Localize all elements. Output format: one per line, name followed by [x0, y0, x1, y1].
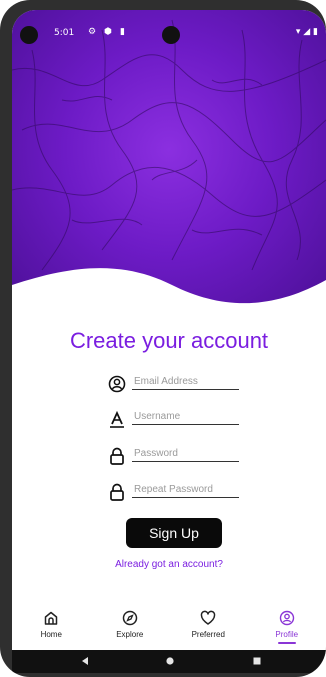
- page-title: Create your account: [69, 328, 269, 353]
- screen: 5:01 ⚙ ⬢ ▮ ▾ ◢ ▮ Create your account Ema…: [12, 10, 326, 673]
- nav-item-preferred[interactable]: Preferred: [173, 610, 243, 639]
- nav-label-explore: Explore: [116, 630, 144, 639]
- sim-icon: ▮: [119, 27, 125, 37]
- nav-item-home[interactable]: Home: [16, 610, 86, 639]
- status-right-icons: ▾ ◢ ▮: [296, 27, 318, 37]
- wifi-icon: ▾: [295, 27, 301, 37]
- password-input[interactable]: [132, 448, 239, 462]
- username-field-group: [108, 409, 253, 433]
- shield-icon: ⬢: [104, 27, 112, 37]
- camera-cutout-center: [162, 26, 180, 44]
- nav-item-profile[interactable]: Profile: [252, 610, 322, 644]
- bottom-navigation: Home Explore Preferred Profile: [12, 610, 326, 650]
- compass-icon: [122, 610, 137, 626]
- system-navigation-bar: [12, 650, 326, 673]
- nav-label-preferred: Preferred: [191, 630, 225, 639]
- user-circle-icon: [108, 375, 126, 393]
- nav-label-profile: Profile: [275, 630, 299, 639]
- password-field-group: [108, 446, 253, 470]
- username-input[interactable]: [132, 411, 239, 425]
- status-left-icons: ⚙ ⬢ ▮: [88, 27, 125, 37]
- battery-icon: ▮: [313, 27, 318, 37]
- status-time: 5:01: [54, 28, 75, 38]
- camera-cutout-left: [20, 26, 38, 44]
- recents-square-icon[interactable]: [252, 656, 262, 666]
- repeat-password-input[interactable]: [132, 484, 239, 498]
- text-a-icon: [110, 410, 124, 428]
- status-bar: 5:01 ⚙ ⬢ ▮ ▾ ◢ ▮: [12, 10, 326, 46]
- gear-icon: ⚙: [88, 27, 97, 37]
- heart-icon: [200, 610, 216, 625]
- nav-label-home: Home: [40, 630, 62, 639]
- nav-item-explore[interactable]: Explore: [95, 610, 165, 639]
- login-link[interactable]: Already got an account?: [12, 559, 326, 570]
- home-icon: [45, 611, 58, 625]
- active-tab-indicator: [277, 642, 296, 644]
- lock-icon: [110, 447, 124, 465]
- email-input[interactable]: [132, 376, 239, 390]
- signal-icon: ◢: [303, 27, 311, 37]
- lock-icon: [110, 483, 124, 501]
- repeat-password-field-group: [108, 482, 253, 506]
- hero-background-image: 5:01 ⚙ ⬢ ▮ ▾ ◢ ▮: [12, 10, 326, 320]
- sign-up-button[interactable]: Sign Up: [126, 518, 222, 548]
- hero-crack-pattern: [12, 19, 326, 320]
- home-circle-icon[interactable]: [165, 656, 175, 666]
- back-triangle-icon[interactable]: [80, 656, 90, 666]
- profile-icon: [279, 610, 294, 626]
- email-field-group: [108, 374, 253, 398]
- phone-frame: 5:01 ⚙ ⬢ ▮ ▾ ◢ ▮ Create your account Ema…: [0, 0, 326, 677]
